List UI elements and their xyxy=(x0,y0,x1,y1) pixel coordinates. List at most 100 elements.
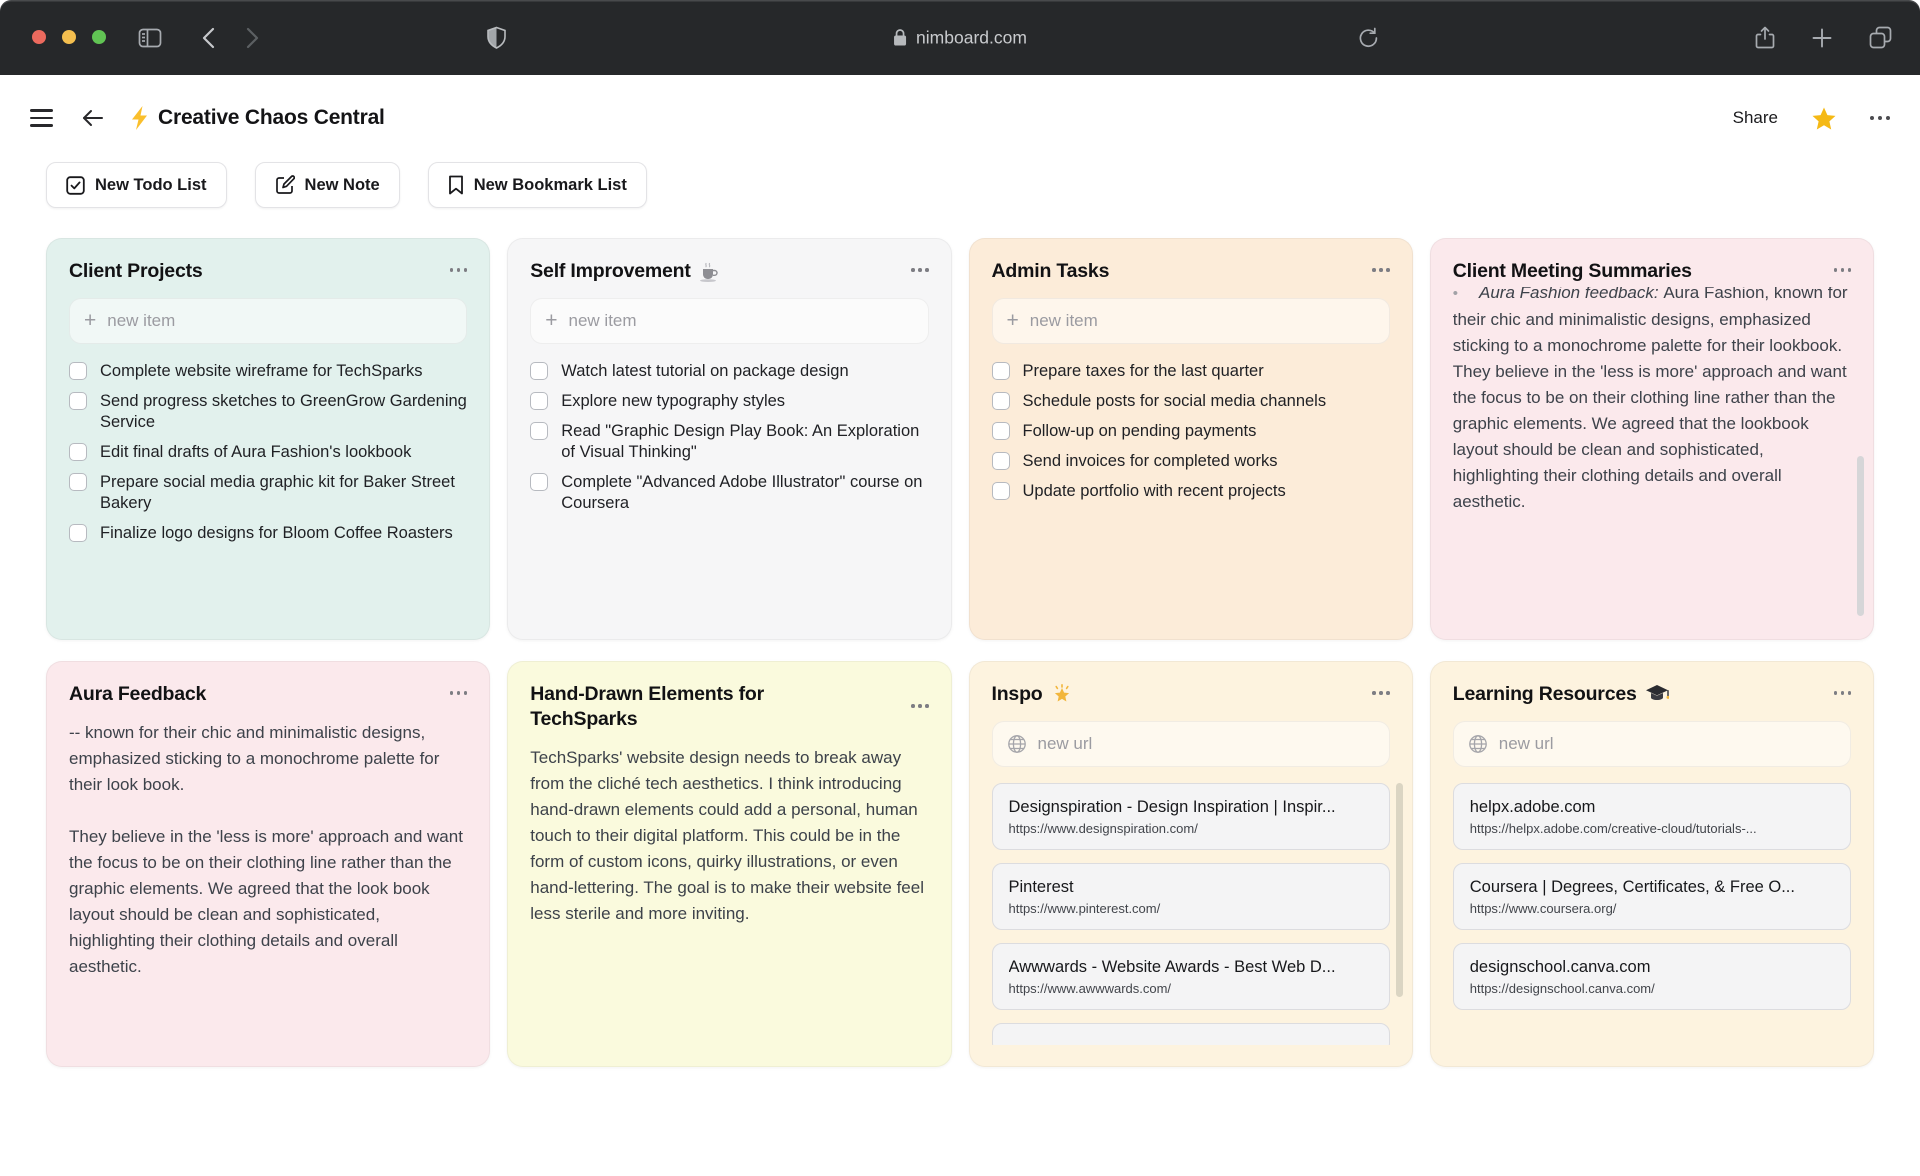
card-menu-button[interactable] xyxy=(911,704,929,708)
card-client-projects: Client Projects + Complete website wiref… xyxy=(46,238,490,640)
new-item-input[interactable] xyxy=(107,311,452,331)
todo-checkbox[interactable] xyxy=(992,392,1010,410)
back-arrow-icon[interactable] xyxy=(81,108,104,128)
todo-checkbox[interactable] xyxy=(992,422,1010,440)
board-grid: Client Projects + Complete website wiref… xyxy=(0,208,1920,1067)
globe-icon xyxy=(1007,734,1027,754)
new-tab-icon[interactable] xyxy=(1812,28,1832,48)
card-menu-button[interactable] xyxy=(1834,691,1852,695)
new-todo-list-button[interactable]: New Todo List xyxy=(46,162,227,208)
close-window-button[interactable] xyxy=(32,30,46,44)
bookmark-item[interactable]: Coursera | Degrees, Certificates, & Free… xyxy=(1453,863,1851,930)
todo-item[interactable]: Prepare taxes for the last quarter xyxy=(992,361,1390,382)
bookmark-list: Designspiration - Design Inspiration | I… xyxy=(992,783,1390,1045)
todo-item[interactable]: Update portfolio with recent projects xyxy=(992,481,1390,502)
tab-overview-icon[interactable] xyxy=(1869,26,1892,49)
card-self-improvement: Self Improvement + Watch latest tutorial… xyxy=(507,238,951,640)
card-menu-button[interactable] xyxy=(1834,268,1852,272)
address-bar[interactable]: nimboard.com xyxy=(893,27,1027,48)
favorite-star-icon[interactable] xyxy=(1811,106,1837,131)
todo-checkbox[interactable] xyxy=(69,362,87,380)
todo-item[interactable]: Complete "Advanced Adobe Illustrator" co… xyxy=(530,472,928,514)
scrollbar-thumb[interactable] xyxy=(1857,456,1864,616)
todo-item[interactable]: Complete website wireframe for TechSpark… xyxy=(69,361,467,382)
todo-item[interactable]: Prepare social media graphic kit for Bak… xyxy=(69,472,467,514)
card-menu-button[interactable] xyxy=(911,268,929,272)
todo-checkbox[interactable] xyxy=(992,452,1010,470)
new-item-field[interactable]: + xyxy=(992,298,1390,344)
todo-item[interactable]: Send invoices for completed works xyxy=(992,451,1390,472)
todo-checkbox-icon xyxy=(66,176,85,195)
coffee-icon xyxy=(699,262,720,282)
card-menu-button[interactable] xyxy=(450,691,468,695)
todo-item[interactable]: Explore new typography styles xyxy=(530,391,928,412)
card-menu-button[interactable] xyxy=(1372,691,1390,695)
todo-checkbox[interactable] xyxy=(69,392,87,410)
todo-checkbox[interactable] xyxy=(530,473,548,491)
todo-checkbox[interactable] xyxy=(530,362,548,380)
more-options-button[interactable] xyxy=(1870,116,1890,120)
new-url-field[interactable] xyxy=(1453,721,1851,767)
glowing-star-icon xyxy=(1051,684,1073,706)
page-title: Creative Chaos Central xyxy=(158,106,385,130)
todo-checkbox[interactable] xyxy=(992,362,1010,380)
new-note-button[interactable]: New Note xyxy=(255,162,400,208)
card-menu-button[interactable] xyxy=(450,268,468,272)
graduation-cap-icon xyxy=(1645,684,1669,705)
new-item-field[interactable]: + xyxy=(69,298,467,344)
bookmark-icon xyxy=(448,175,464,195)
new-item-input[interactable] xyxy=(569,311,914,331)
todo-item[interactable]: Watch latest tutorial on package design xyxy=(530,361,928,382)
todo-item[interactable]: Finalize logo designs for Bloom Coffee R… xyxy=(69,523,467,544)
todo-checkbox[interactable] xyxy=(530,422,548,440)
new-item-input[interactable] xyxy=(1030,311,1375,331)
lock-icon xyxy=(893,29,907,47)
url-text: nimboard.com xyxy=(916,27,1027,48)
card-title: Hand-Drawn Elements for TechSparks xyxy=(530,682,785,732)
bookmark-item[interactable]: Pinterest https://www.pinterest.com/ xyxy=(992,863,1390,930)
browser-forward-button[interactable] xyxy=(246,27,259,49)
zoom-window-button[interactable] xyxy=(92,30,106,44)
bookmark-list: helpx.adobe.com https://helpx.adobe.com/… xyxy=(1453,783,1851,1010)
note-paragraph: -- known for their chic and minimalistic… xyxy=(69,720,467,798)
globe-icon xyxy=(1468,734,1488,754)
todo-item[interactable]: Read "Graphic Design Play Book: An Explo… xyxy=(530,421,928,463)
privacy-shield-icon[interactable] xyxy=(486,26,507,50)
new-item-field[interactable]: + xyxy=(530,298,928,344)
bookmark-item[interactable]: Designspiration - Design Inspiration | I… xyxy=(992,783,1390,850)
bookmark-item[interactable] xyxy=(992,1023,1390,1045)
share-button[interactable]: Share xyxy=(1733,108,1778,128)
new-url-field[interactable] xyxy=(992,721,1390,767)
share-page-icon[interactable] xyxy=(1755,26,1775,50)
todo-checkbox[interactable] xyxy=(69,443,87,461)
card-menu-button[interactable] xyxy=(1372,268,1390,272)
refresh-icon[interactable] xyxy=(1358,27,1379,49)
app-header: Creative Chaos Central Share xyxy=(0,75,1920,131)
card-title: Self Improvement xyxy=(530,259,719,284)
todo-item[interactable]: Send progress sketches to GreenGrow Gard… xyxy=(69,391,467,433)
sidebar-toggle-icon[interactable] xyxy=(138,28,162,48)
note-edit-icon xyxy=(275,175,295,195)
todo-checkbox[interactable] xyxy=(530,392,548,410)
new-url-input[interactable] xyxy=(1499,734,1836,754)
bookmark-item[interactable]: designschool.canva.com https://designsch… xyxy=(1453,943,1851,1010)
todo-checkbox[interactable] xyxy=(992,482,1010,500)
new-url-input[interactable] xyxy=(1038,734,1375,754)
bullet-marker: • xyxy=(1453,287,1458,302)
card-title: Aura Feedback xyxy=(69,682,206,707)
new-bookmark-list-button[interactable]: New Bookmark List xyxy=(428,162,647,208)
menu-icon[interactable] xyxy=(30,109,53,126)
note-paragraph: TechSparks' website design needs to brea… xyxy=(530,745,928,927)
browser-back-button[interactable] xyxy=(202,27,215,49)
bookmark-item[interactable]: Awwwards - Website Awards - Best Web D..… xyxy=(992,943,1390,1010)
todo-checkbox[interactable] xyxy=(69,524,87,542)
todo-item[interactable]: Edit final drafts of Aura Fashion's look… xyxy=(69,442,467,463)
todo-item[interactable]: Follow-up on pending payments xyxy=(992,421,1390,442)
todo-checkbox[interactable] xyxy=(69,473,87,491)
plus-icon: + xyxy=(84,310,96,331)
scrollbar-thumb[interactable] xyxy=(1396,783,1403,997)
browser-titlebar: nimboard.com xyxy=(0,0,1920,75)
bookmark-item[interactable]: helpx.adobe.com https://helpx.adobe.com/… xyxy=(1453,783,1851,850)
todo-item[interactable]: Schedule posts for social media channels xyxy=(992,391,1390,412)
minimize-window-button[interactable] xyxy=(62,30,76,44)
